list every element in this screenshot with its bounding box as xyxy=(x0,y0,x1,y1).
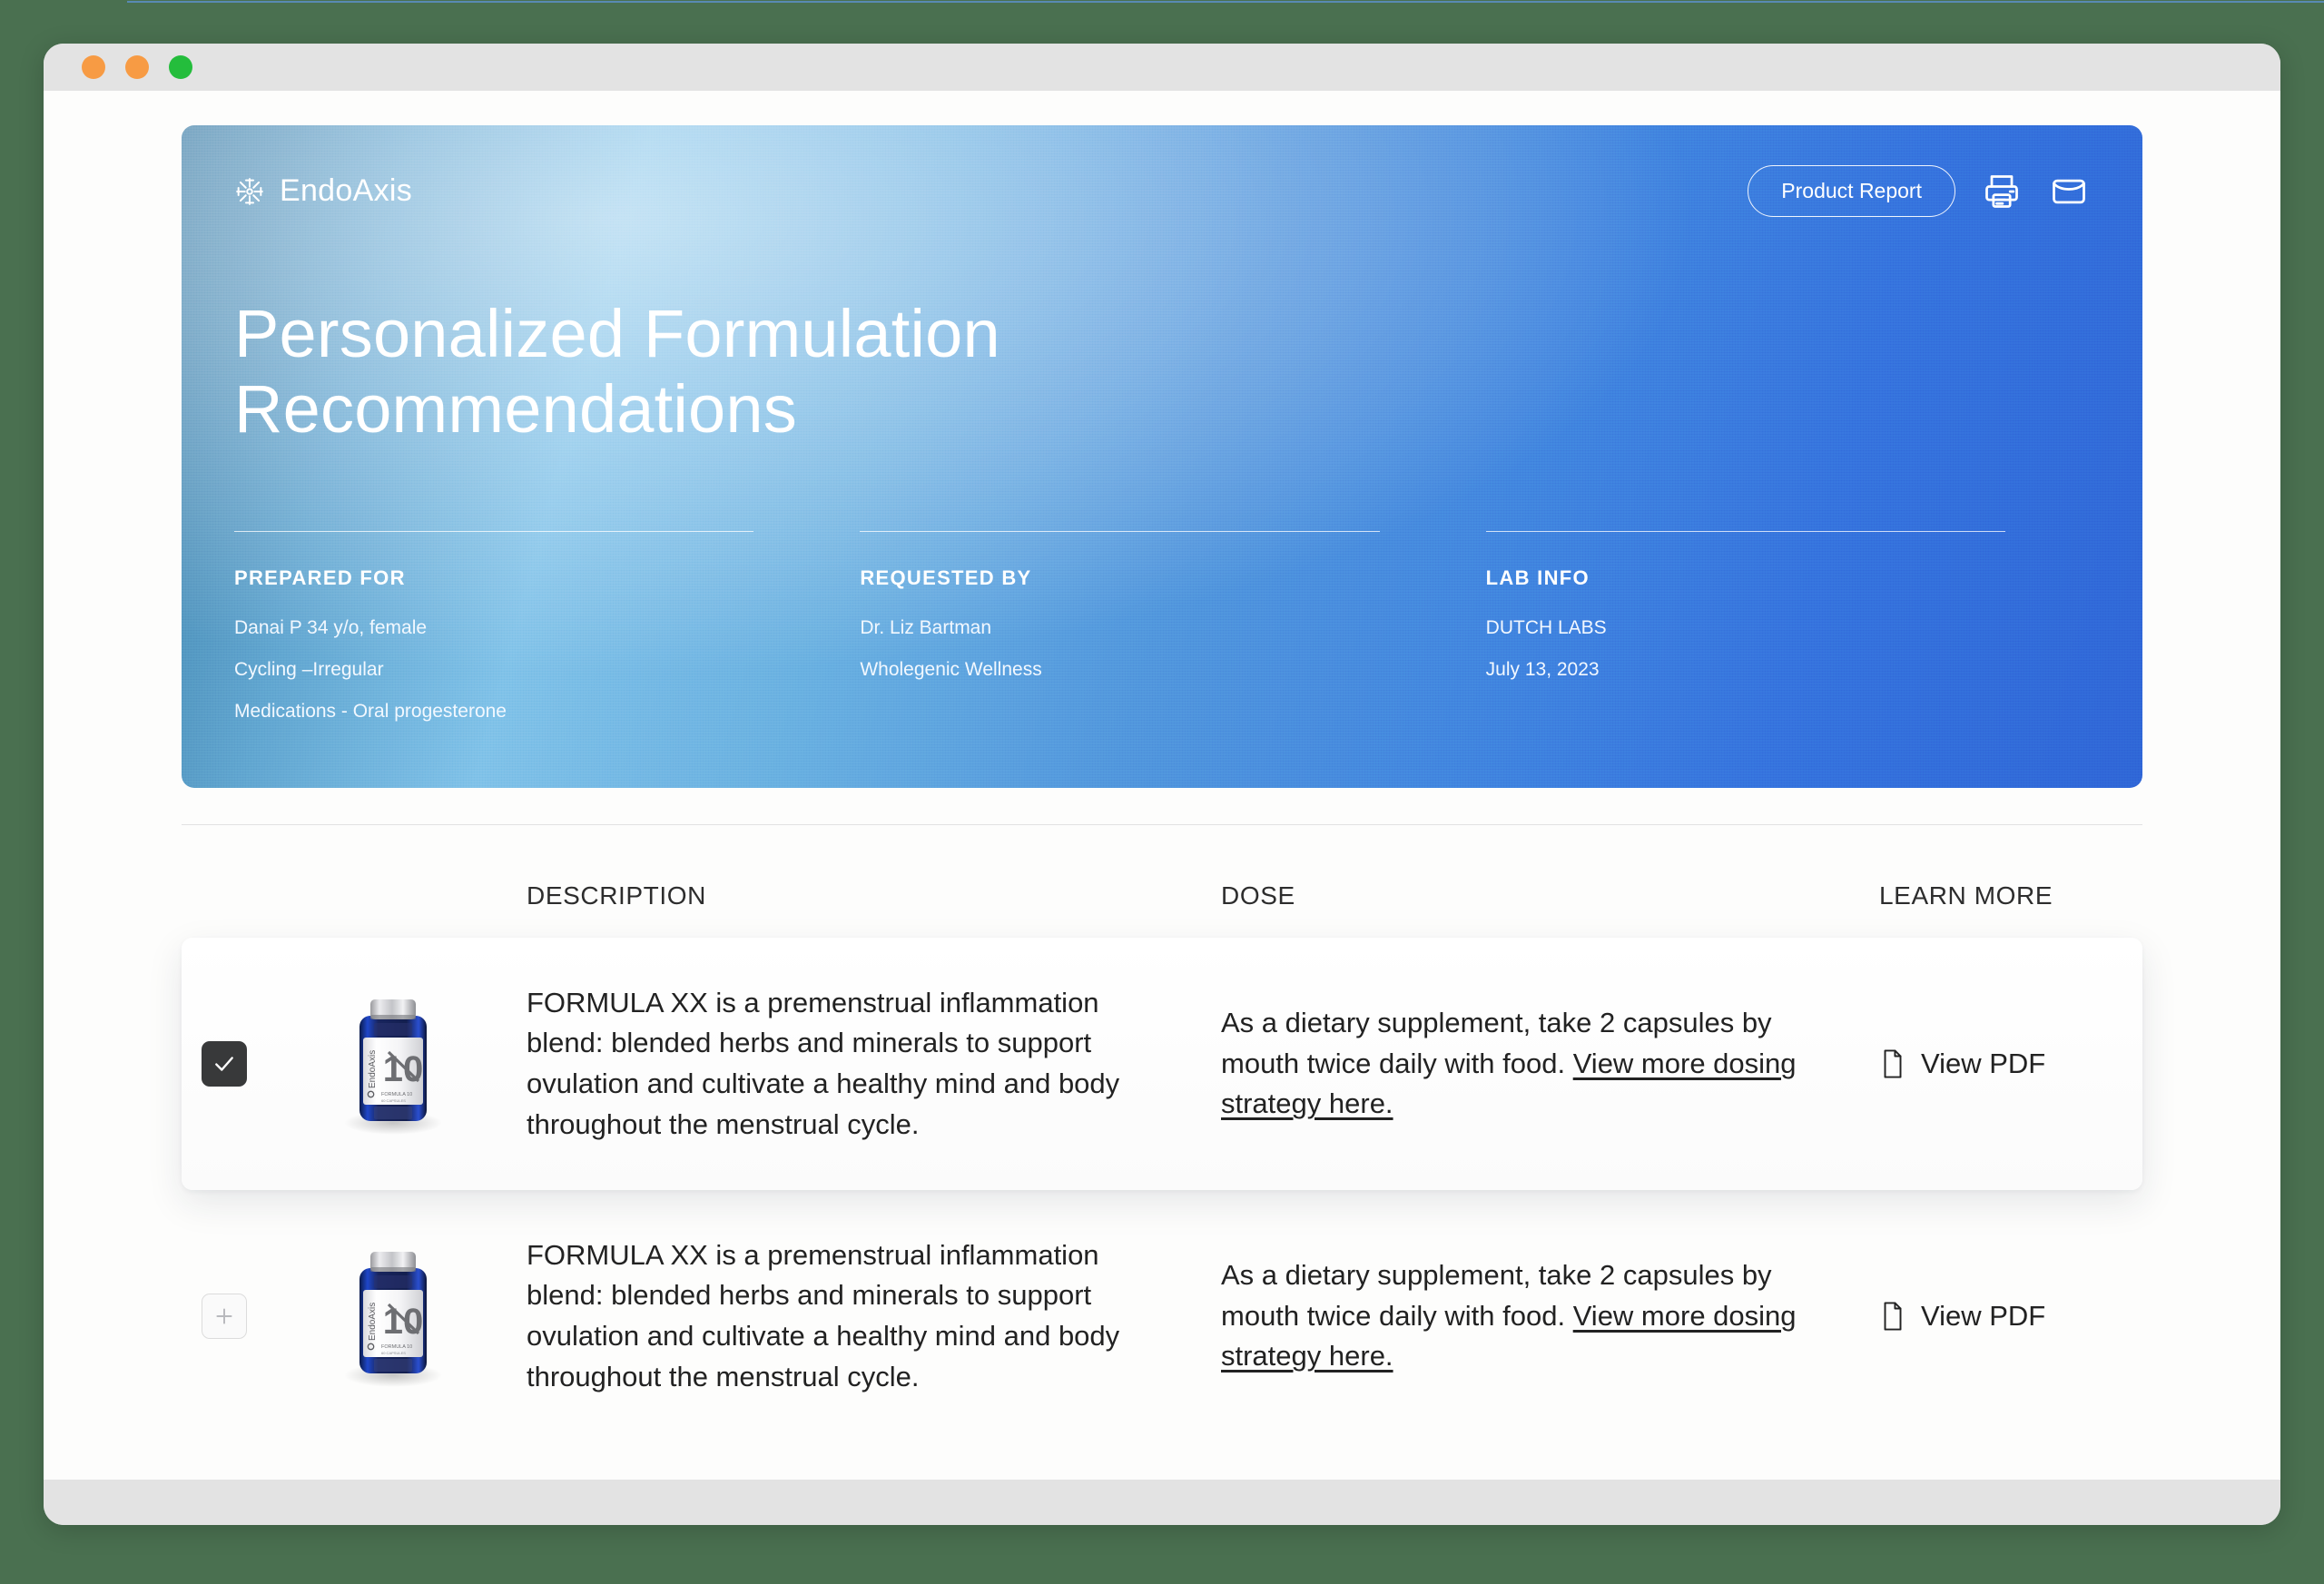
print-button[interactable] xyxy=(1981,171,2023,212)
file-icon xyxy=(1884,1302,1902,1331)
view-pdf-button[interactable]: View PDF xyxy=(1879,1048,2142,1080)
snowflake-asterisk-icon xyxy=(236,177,263,205)
svg-text:10: 10 xyxy=(382,1302,423,1342)
row-checkbox-checked[interactable] xyxy=(202,1041,247,1087)
window-minimize-button[interactable] xyxy=(125,55,149,79)
table-row[interactable]: 10 EndoAxis FORMULA 10 60 CAPSULES FORMU… xyxy=(182,1190,2142,1442)
learn-more-cell: View PDF xyxy=(1879,1300,2142,1333)
dose-cell: As a dietary supplement, take 2 capsules… xyxy=(1221,1255,1879,1377)
table-header: DESCRIPTION DOSE LEARN MORE xyxy=(182,881,2142,918)
row-select-cell xyxy=(182,1041,318,1087)
table-row[interactable]: 10 EndoAxis FORMULA 10 60 CAPSULES FORMU… xyxy=(182,938,2142,1190)
meta-rule xyxy=(860,531,1380,532)
column-header-learn-more: LEARN MORE xyxy=(1879,881,2053,910)
plus-icon xyxy=(216,1308,232,1324)
row-select-cell xyxy=(182,1294,318,1339)
svg-text:FORMULA 10: FORMULA 10 xyxy=(381,1092,412,1097)
svg-text:EndoAxis: EndoAxis xyxy=(368,1050,378,1088)
svg-text:60 CAPSULES: 60 CAPSULES xyxy=(381,1098,406,1103)
product-description: FORMULA XX is a premenstrual inflammatio… xyxy=(527,986,1120,1140)
meta-heading: PREPARED FOR xyxy=(234,566,406,589)
product-image-cell: 10 EndoAxis FORMULA 10 60 CAPSULES xyxy=(318,985,527,1144)
mail-button[interactable] xyxy=(2048,171,2090,212)
meta-line: July 13, 2023 xyxy=(1485,659,1600,680)
meta-heading: LAB INFO xyxy=(1485,566,1590,589)
row-checkbox-add[interactable] xyxy=(202,1294,247,1339)
svg-text:EndoAxis: EndoAxis xyxy=(368,1303,378,1341)
hero-meta-row: PREPARED FOR Danai P 34 y/o, female Cycl… xyxy=(234,531,2090,743)
window-footer-bar xyxy=(44,1480,2280,1525)
browser-window: EndoAxis Product Report Personalized For… xyxy=(44,44,2280,1525)
meta-line: Cycling –Irregular xyxy=(234,659,384,680)
page-content: EndoAxis Product Report Personalized For… xyxy=(44,91,2280,1480)
hero-header: EndoAxis Product Report xyxy=(182,125,2142,217)
section-divider xyxy=(182,824,2142,825)
window-maximize-button[interactable] xyxy=(169,55,192,79)
hero-banner: EndoAxis Product Report Personalized For… xyxy=(182,125,2142,788)
file-icon xyxy=(1884,1049,1902,1078)
top-hairline xyxy=(127,1,2324,3)
printer-icon xyxy=(1985,174,2018,208)
view-pdf-label: View PDF xyxy=(1921,1300,2046,1332)
meta-line: Dr. Liz Bartman xyxy=(860,617,992,638)
brand-name: EndoAxis xyxy=(280,173,413,208)
avatar: 10 EndoAxis FORMULA 10 60 CAPSULES xyxy=(318,1237,468,1396)
meta-heading: REQUESTED BY xyxy=(860,566,1032,589)
learn-more-cell: View PDF xyxy=(1879,1048,2142,1080)
brand-logo[interactable]: EndoAxis xyxy=(234,173,412,209)
envelope-icon xyxy=(2053,179,2085,203)
description-cell: FORMULA XX is a premenstrual inflammatio… xyxy=(527,1235,1221,1398)
supplement-bottle-icon: 10 EndoAxis FORMULA 10 60 CAPSULES xyxy=(343,1252,442,1387)
dose-cell: As a dietary supplement, take 2 capsules… xyxy=(1221,1003,1879,1125)
meta-line: Medications - Oral progesterone xyxy=(234,701,507,722)
description-cell: FORMULA XX is a premenstrual inflammatio… xyxy=(527,983,1221,1146)
svg-text:10: 10 xyxy=(382,1049,423,1089)
meta-line: Danai P 34 y/o, female xyxy=(234,617,428,638)
page-title: Personalized Formulation Recommendations xyxy=(234,296,1000,447)
meta-lab-info: LAB INFO DUTCH LABS July 13, 2023 xyxy=(1485,531,2090,743)
product-report-button[interactable]: Product Report xyxy=(1748,165,1955,217)
meta-line: DUTCH LABS xyxy=(1485,617,1607,638)
column-header-dose: DOSE xyxy=(1221,881,1295,910)
meta-rule xyxy=(234,531,754,532)
check-icon xyxy=(215,1057,233,1071)
meta-line: Wholegenic Wellness xyxy=(860,659,1042,680)
column-header-description: DESCRIPTION xyxy=(527,881,706,910)
hero-actions: Product Report xyxy=(1748,165,2090,217)
view-pdf-label: View PDF xyxy=(1921,1048,2046,1079)
window-close-button[interactable] xyxy=(82,55,105,79)
supplement-bottle-icon: 10 EndoAxis FORMULA 10 60 CAPSULES xyxy=(343,999,442,1135)
product-description: FORMULA XX is a premenstrual inflammatio… xyxy=(527,1238,1120,1392)
svg-text:FORMULA 10: FORMULA 10 xyxy=(381,1344,412,1350)
window-titlebar xyxy=(44,44,2280,91)
product-image-cell: 10 EndoAxis FORMULA 10 60 CAPSULES xyxy=(318,1237,527,1396)
meta-requested-by: REQUESTED BY Dr. Liz Bartman Wholegenic … xyxy=(860,531,1463,743)
meta-rule xyxy=(1485,531,2005,532)
meta-prepared-for: PREPARED FOR Danai P 34 y/o, female Cycl… xyxy=(234,531,838,743)
view-pdf-button[interactable]: View PDF xyxy=(1879,1300,2142,1333)
avatar: 10 EndoAxis FORMULA 10 60 CAPSULES xyxy=(318,985,468,1144)
svg-text:60 CAPSULES: 60 CAPSULES xyxy=(381,1351,406,1355)
